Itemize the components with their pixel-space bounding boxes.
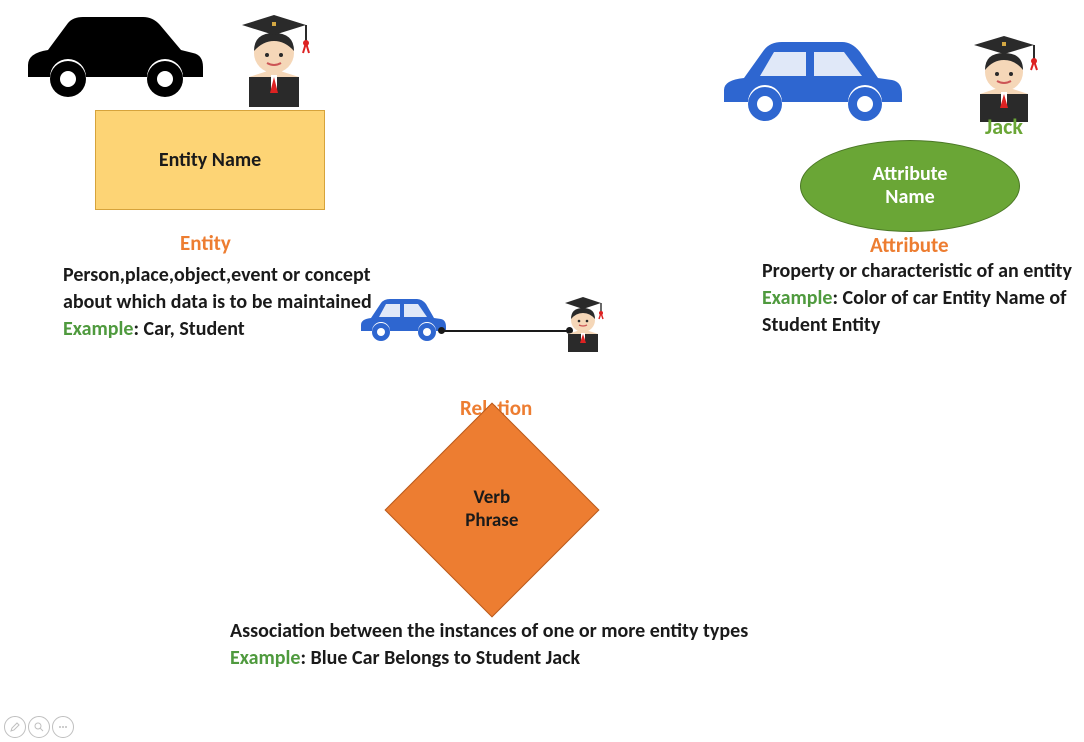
attribute-name-label: Jack bbox=[985, 113, 1023, 140]
attribute-description: Property or characteristic of an entity … bbox=[762, 258, 1072, 339]
car-black-icon bbox=[18, 5, 208, 110]
relation-desc-text: Association between the instances of one… bbox=[230, 619, 748, 643]
entity-example-text: : Car, Student bbox=[134, 317, 245, 341]
entity-example-label: Example bbox=[63, 317, 134, 341]
relation-example-text: : Blue Car Belongs to Student Jack bbox=[301, 646, 581, 670]
relation-connector-dot bbox=[438, 327, 445, 334]
student-icon-top-left bbox=[227, 7, 322, 112]
relation-connector-line bbox=[441, 330, 569, 332]
attribute-shape-oval: Attribute Name bbox=[800, 140, 1020, 232]
toolbar-zoom-icon[interactable] bbox=[28, 716, 50, 738]
entity-description: Person,place,object,event or concept abo… bbox=[63, 262, 373, 343]
toolbar-pen-icon[interactable] bbox=[4, 716, 26, 738]
relation-example-label: Example bbox=[230, 646, 301, 670]
entity-section-title: Entity bbox=[180, 230, 231, 256]
attribute-shape-label: Attribute Name bbox=[873, 163, 948, 209]
entity-shape-rectangle: Entity Name bbox=[95, 110, 325, 210]
attribute-desc-text: Property or characteristic of an entity bbox=[762, 259, 1072, 283]
entity-shape-label: Entity Name bbox=[159, 148, 261, 172]
entity-desc-text: Person,place,object,event or concept abo… bbox=[63, 263, 372, 314]
relation-shape-diamond: Verb Phrase bbox=[372, 420, 612, 600]
toolbar-more-icon[interactable] bbox=[52, 716, 74, 738]
relation-description: Association between the instances of one… bbox=[230, 618, 770, 672]
car-blue-big-icon bbox=[716, 30, 906, 130]
bottom-toolbar bbox=[4, 716, 74, 738]
car-blue-small-icon bbox=[357, 292, 447, 347]
attribute-section-title: Attribute bbox=[870, 232, 949, 258]
attribute-example-label: Example bbox=[762, 286, 833, 310]
student-icon-small bbox=[556, 292, 611, 357]
relation-shape-label: Verb Phrase bbox=[465, 487, 518, 533]
